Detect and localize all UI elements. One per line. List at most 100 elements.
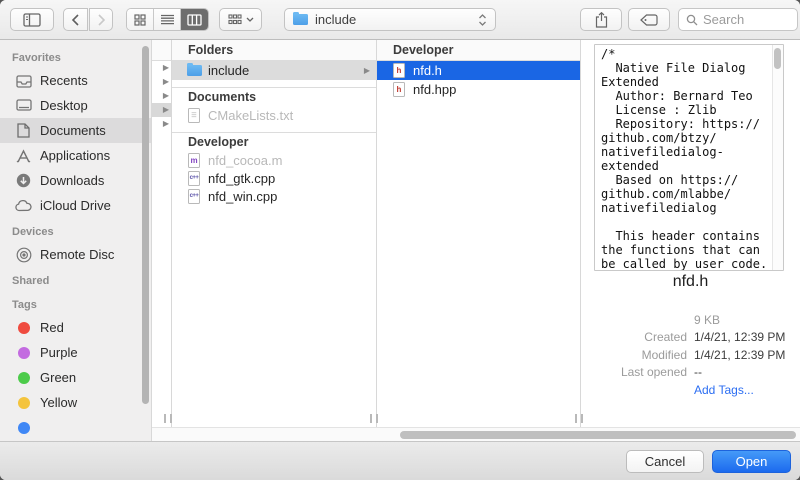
h-source-icon: h — [391, 82, 407, 97]
mini-column-row[interactable]: ▶ — [152, 89, 171, 103]
icloud-icon — [15, 200, 32, 212]
column-resize-handle[interactable] — [575, 414, 583, 423]
toolbar: include Search — [0, 0, 800, 40]
sidebar-section-tags: Tags — [0, 291, 151, 315]
meta-row-add-tags: Add Tags... — [581, 381, 800, 399]
sidebar-item-label: Applications — [40, 148, 110, 163]
file-row-nfd-gtk[interactable]: c++ nfd_gtk.cpp — [172, 169, 376, 187]
file-row-nfd-hpp[interactable]: h nfd.hpp — [377, 80, 580, 98]
tag-color-dot — [15, 397, 32, 409]
sidebar-item-downloads[interactable]: Downloads — [0, 168, 151, 193]
meta-row-modified: Modified 1/4/21, 12:39 PM — [581, 346, 800, 364]
share-button[interactable] — [580, 8, 622, 31]
icon-view-button[interactable] — [127, 9, 154, 30]
mini-column-row[interactable]: ▶ — [152, 75, 171, 89]
meta-row-size: 9 KB — [581, 311, 800, 329]
sidebar-item-label: Recents — [40, 73, 88, 88]
sidebar-item-documents[interactable]: Documents — [0, 118, 151, 143]
file-preview-box: /* Native File Dialog Extended Author: B… — [594, 44, 784, 271]
meta-label: Created — [581, 330, 687, 344]
m-source-icon: m — [186, 153, 202, 168]
group-by-icon — [228, 14, 242, 25]
preview-scrollbar-thumb[interactable] — [774, 48, 781, 69]
sidebar-item-tag-yellow[interactable]: Yellow — [0, 390, 151, 415]
file-name: nfd_win.cpp — [208, 189, 376, 204]
downloads-icon — [15, 173, 32, 188]
cancel-button[interactable]: Cancel — [626, 450, 704, 473]
tag-color-dot — [15, 322, 32, 334]
mini-column-header — [152, 40, 171, 61]
disclosure-triangle-icon: ▶ — [163, 106, 169, 114]
column-resize-handle[interactable] — [370, 414, 378, 423]
documents-icon — [15, 123, 32, 138]
file-row-cmakelists[interactable]: ☰ CMakeLists.txt — [172, 106, 376, 125]
path-dropdown[interactable]: include — [284, 8, 496, 31]
file-name: nfd.hpp — [413, 82, 580, 97]
column-view-button[interactable] — [181, 9, 208, 30]
file-row-include[interactable]: include ▶ — [172, 61, 376, 80]
sidebar-item-label: Yellow — [40, 395, 77, 410]
sidebar-item-tag-blue[interactable] — [0, 415, 151, 440]
meta-value: 1/4/21, 12:39 PM — [694, 348, 785, 362]
sidebar-item-remote-disc[interactable]: Remote Disc — [0, 242, 151, 267]
sidebar-item-tag-red[interactable]: Red — [0, 315, 151, 340]
mini-column-row[interactable]: ▶ — [152, 117, 171, 131]
sidebar-item-desktop[interactable]: Desktop — [0, 93, 151, 118]
sidebar-item-label: Desktop — [40, 98, 88, 113]
desktop-icon — [15, 99, 32, 112]
file-row-nfd-cocoa[interactable]: m nfd_cocoa.m — [172, 151, 376, 169]
sidebar-item-applications[interactable]: Applications — [0, 143, 151, 168]
path-dropdown-value: include — [315, 12, 478, 27]
sidebar-scrollbar[interactable] — [142, 46, 149, 404]
folders-column: Folders include ▶ Documents ☰ CMakeLists… — [172, 40, 377, 427]
cpp-source-icon: c++ — [186, 171, 202, 186]
view-mode-segmented-control — [126, 8, 209, 31]
tags-button[interactable] — [628, 8, 670, 31]
meta-label: Last opened — [581, 365, 687, 379]
disclosure-triangle-icon: ▶ — [163, 120, 169, 128]
file-size: 9 KB — [694, 313, 720, 327]
file-row-nfd-h-selected[interactable]: h nfd.h — [377, 61, 580, 80]
sidebar-item-tag-purple[interactable]: Purple — [0, 340, 151, 365]
h-source-icon: h — [391, 63, 407, 78]
share-icon — [595, 12, 608, 28]
sidebar-item-recents[interactable]: Recents — [0, 68, 151, 93]
sidebar-item-label: Downloads — [40, 173, 104, 188]
mini-column[interactable]: ▶ ▶ ▶ ▶ ▶ — [152, 40, 172, 427]
icon-view-icon — [134, 14, 146, 26]
add-tags-link[interactable]: Add Tags... — [694, 383, 754, 397]
text-doc-icon: ☰ — [186, 108, 202, 123]
mini-column-row-selected[interactable]: ▶ — [152, 103, 171, 117]
search-input[interactable]: Search — [678, 8, 798, 31]
preview-file-name: nfd.h — [581, 273, 800, 291]
file-row-nfd-win[interactable]: c++ nfd_win.cpp — [172, 187, 376, 205]
file-name: CMakeLists.txt — [208, 108, 376, 123]
horizontal-scrollbar-track[interactable] — [152, 427, 800, 441]
meta-row-created: Created 1/4/21, 12:39 PM — [581, 329, 800, 347]
open-button[interactable]: Open — [712, 450, 791, 473]
group-header-developer-2: Developer — [377, 40, 580, 61]
meta-row-last-opened: Last opened -- — [581, 364, 800, 382]
horizontal-scrollbar-thumb[interactable] — [400, 431, 796, 439]
preview-scrollbar-track[interactable] — [772, 45, 783, 270]
sidebar-toggle-button[interactable] — [10, 8, 54, 31]
sidebar-item-label: Remote Disc — [40, 247, 114, 262]
group-header-folders: Folders — [172, 40, 376, 61]
list-view-button[interactable] — [154, 9, 181, 30]
file-browser: ▶ ▶ ▶ ▶ ▶ Folders include ▶ Documents — [152, 40, 800, 441]
forward-button[interactable] — [89, 8, 113, 31]
sidebar-item-label: Green — [40, 370, 76, 385]
recents-icon — [15, 74, 32, 88]
meta-value: -- — [694, 365, 702, 379]
chevron-left-icon — [71, 14, 80, 26]
sidebar-item-tag-green[interactable]: Green — [0, 365, 151, 390]
column-view: ▶ ▶ ▶ ▶ ▶ Folders include ▶ Documents — [152, 40, 800, 427]
list-view-icon — [161, 14, 174, 25]
group-by-button[interactable] — [219, 8, 262, 31]
sidebar-item-icloud-drive[interactable]: iCloud Drive — [0, 193, 151, 218]
mini-column-row[interactable]: ▶ — [152, 61, 171, 75]
back-button[interactable] — [63, 8, 88, 31]
meta-value: 1/4/21, 12:39 PM — [694, 330, 785, 344]
sidebar: Favorites Recents Desktop Documents Appl… — [0, 40, 152, 441]
column-resize-handle[interactable] — [164, 414, 172, 423]
